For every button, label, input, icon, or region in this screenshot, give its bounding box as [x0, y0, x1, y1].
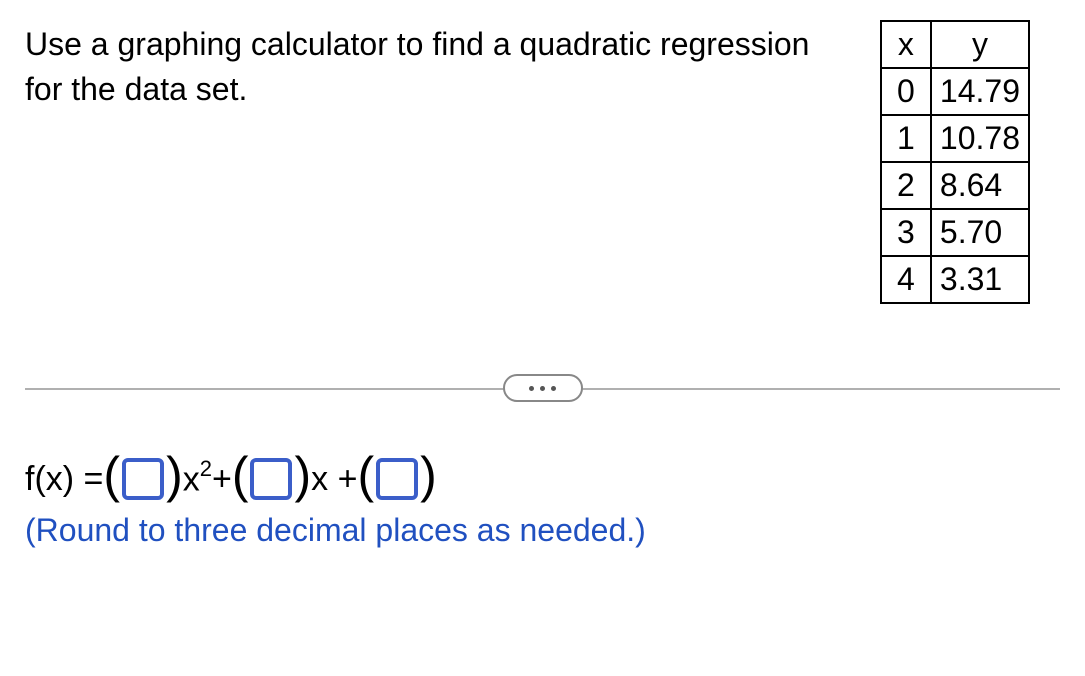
cell-y: 10.78	[931, 115, 1029, 162]
x-squared: x2	[183, 458, 212, 499]
cell-x: 1	[881, 115, 931, 162]
coefficient-b-input[interactable]	[250, 458, 292, 500]
open-paren-icon: (	[357, 450, 374, 500]
rounding-hint: (Round to three decimal places as needed…	[25, 512, 1060, 549]
header-x: x	[881, 21, 931, 68]
plus-sign: +	[212, 460, 232, 499]
table-row: 1 10.78	[881, 115, 1029, 162]
cell-y: 14.79	[931, 68, 1029, 115]
dot-icon	[540, 386, 545, 391]
close-paren-icon: )	[166, 450, 183, 500]
table-row: 3 5.70	[881, 209, 1029, 256]
close-paren-icon: )	[294, 450, 311, 500]
table-header-row: x y	[881, 21, 1029, 68]
expand-button[interactable]	[503, 374, 583, 402]
cell-x: 4	[881, 256, 931, 303]
table-row: 2 8.64	[881, 162, 1029, 209]
header-y: y	[931, 21, 1029, 68]
cell-y: 5.70	[931, 209, 1029, 256]
problem-prompt: Use a graphing calculator to find a quad…	[25, 20, 840, 112]
open-paren-icon: (	[232, 450, 249, 500]
dot-icon	[551, 386, 556, 391]
open-paren-icon: (	[103, 450, 120, 500]
cell-x: 2	[881, 162, 931, 209]
table-row: 4 3.31	[881, 256, 1029, 303]
section-divider	[25, 374, 1060, 404]
equation-line: f(x) = ( ) x2 + ( ) x + ( )	[25, 454, 1060, 504]
close-paren-icon: )	[420, 450, 437, 500]
cell-y: 8.64	[931, 162, 1029, 209]
cell-y: 3.31	[931, 256, 1029, 303]
coefficient-c-input[interactable]	[376, 458, 418, 500]
data-table: x y 0 14.79 1 10.78 2 8.64 3 5.70 4 3.31	[880, 20, 1030, 304]
dot-icon	[529, 386, 534, 391]
cell-x: 3	[881, 209, 931, 256]
cell-x: 0	[881, 68, 931, 115]
equation-lhs: f(x) =	[25, 460, 103, 499]
x-plus: x +	[311, 460, 357, 499]
table-row: 0 14.79	[881, 68, 1029, 115]
coefficient-a-input[interactable]	[122, 458, 164, 500]
